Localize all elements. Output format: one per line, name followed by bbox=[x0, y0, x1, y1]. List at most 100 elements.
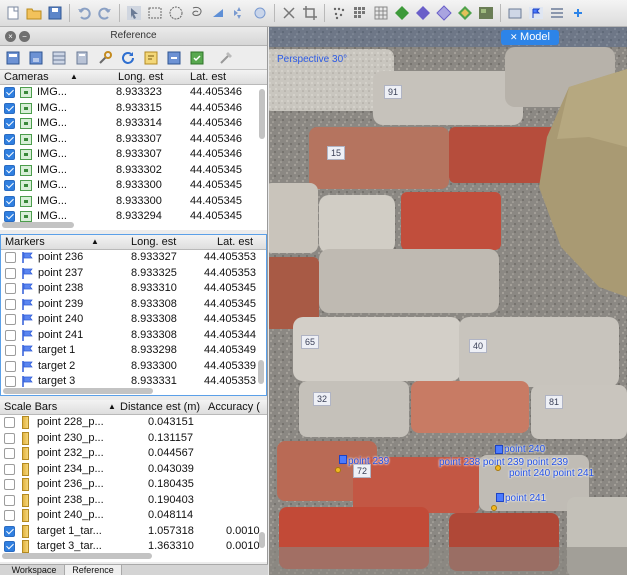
row-checkbox[interactable] bbox=[4, 417, 15, 428]
import-icon[interactable] bbox=[3, 48, 23, 67]
row-checkbox[interactable] bbox=[4, 164, 15, 176]
open-folder-icon[interactable] bbox=[25, 4, 43, 22]
dense-cloud-icon[interactable] bbox=[351, 4, 369, 22]
row-checkbox[interactable] bbox=[4, 494, 15, 506]
marker-point-icon[interactable] bbox=[335, 467, 341, 473]
row-checkbox[interactable] bbox=[4, 463, 15, 475]
table-row[interactable]: IMG... 8.933307 44.405346 bbox=[0, 147, 267, 163]
new-document-icon[interactable] bbox=[4, 4, 22, 22]
pointer-icon[interactable] bbox=[125, 4, 143, 22]
row-checkbox[interactable] bbox=[5, 314, 16, 325]
table-row[interactable]: point 238 8.933310 44.405345 bbox=[1, 281, 266, 297]
model-viewport[interactable]: ✕ Model Perspective 30° 91 15 65 40 32 8… bbox=[269, 27, 627, 575]
row-checkbox[interactable] bbox=[4, 180, 15, 191]
rotate-icon[interactable] bbox=[230, 4, 248, 22]
table-row[interactable]: IMG... 8.933314 44.405346 bbox=[0, 116, 267, 132]
refresh-icon[interactable] bbox=[118, 48, 138, 67]
solid-model-icon[interactable] bbox=[414, 4, 432, 22]
redo-icon[interactable] bbox=[96, 4, 114, 22]
table-row[interactable]: IMG... 8.933300 44.405345 bbox=[0, 194, 267, 210]
row-checkbox[interactable] bbox=[4, 525, 15, 537]
show-cameras-icon[interactable] bbox=[506, 4, 524, 22]
row-checkbox[interactable] bbox=[5, 252, 16, 263]
marker-flag-icon[interactable] bbox=[496, 493, 504, 502]
marker-flag-icon[interactable] bbox=[495, 445, 503, 454]
calculator-icon[interactable] bbox=[72, 48, 92, 67]
markers-column-lat[interactable]: Lat. est bbox=[217, 236, 253, 248]
table-row[interactable]: point 234_p... 0.043039 bbox=[0, 462, 267, 478]
row-checkbox[interactable] bbox=[5, 329, 16, 341]
move-icon[interactable] bbox=[209, 4, 227, 22]
view-source-icon[interactable] bbox=[141, 48, 161, 67]
table-row[interactable]: IMG... 8.933315 44.405346 bbox=[0, 101, 267, 117]
marker-point-icon[interactable] bbox=[491, 505, 497, 511]
table-row[interactable]: point 237 8.933325 44.405353 bbox=[1, 266, 266, 282]
save-icon[interactable] bbox=[46, 4, 64, 22]
scalebars-column-accuracy[interactable]: Accuracy ( bbox=[208, 401, 260, 413]
row-checkbox[interactable] bbox=[5, 267, 16, 279]
table-row[interactable]: point 238_p... 0.190403 bbox=[0, 493, 267, 509]
table-row[interactable]: target 2 8.933300 44.405339 bbox=[1, 359, 266, 375]
table-icon[interactable] bbox=[49, 48, 69, 67]
view-estimated-icon[interactable] bbox=[164, 48, 184, 67]
cameras-hscrollbar[interactable] bbox=[2, 222, 74, 228]
table-row[interactable]: point 239 8.933308 44.405345 bbox=[1, 297, 266, 313]
scalebars-column-name[interactable]: Scale Bars bbox=[4, 401, 57, 413]
table-row[interactable]: point 236 8.933327 44.405353 bbox=[1, 250, 266, 266]
scalebars-column-distance[interactable]: Distance est (m) bbox=[120, 401, 200, 413]
table-row[interactable]: point 240_p... 0.048114 bbox=[0, 508, 267, 524]
table-row[interactable]: point 236_p... 0.180435 bbox=[0, 477, 267, 493]
table-row[interactable]: IMG... 8.933323 44.405346 bbox=[0, 85, 267, 101]
row-checkbox[interactable] bbox=[4, 510, 15, 521]
table-row[interactable]: point 230_p... 0.131157 bbox=[0, 431, 267, 447]
crop-icon[interactable] bbox=[301, 4, 319, 22]
lasso-icon[interactable] bbox=[188, 4, 206, 22]
textured-model-icon[interactable] bbox=[456, 4, 474, 22]
table-row[interactable]: point 232_p... 0.044567 bbox=[0, 446, 267, 462]
row-checkbox[interactable] bbox=[5, 360, 16, 372]
row-checkbox[interactable] bbox=[4, 133, 15, 145]
show-markers-icon[interactable] bbox=[527, 4, 545, 22]
row-checkbox[interactable] bbox=[5, 345, 16, 356]
markers-vscrollbar[interactable] bbox=[258, 360, 264, 384]
mesh-grid-icon[interactable] bbox=[372, 4, 390, 22]
settings-wrench-icon[interactable] bbox=[95, 48, 115, 67]
table-row[interactable]: IMG... 8.933300 44.405345 bbox=[0, 178, 267, 194]
table-row[interactable]: target 1_tar... 1.057318 0.0010 bbox=[0, 524, 267, 540]
row-checkbox[interactable] bbox=[4, 118, 15, 129]
markers-column-long[interactable]: Long. est bbox=[131, 236, 176, 248]
row-checkbox[interactable] bbox=[4, 541, 15, 552]
scalebars-hscrollbar[interactable] bbox=[2, 553, 152, 559]
row-checkbox[interactable] bbox=[4, 149, 15, 160]
show-region-icon[interactable] bbox=[548, 4, 566, 22]
cameras-column-lat[interactable]: Lat. est bbox=[190, 71, 226, 83]
tools-icon[interactable] bbox=[216, 48, 236, 67]
circle-select-icon[interactable] bbox=[167, 4, 185, 22]
view-errors-icon[interactable] bbox=[187, 48, 207, 67]
row-checkbox[interactable] bbox=[4, 195, 15, 207]
wireframe-icon[interactable] bbox=[435, 4, 453, 22]
scalebars-vscrollbar[interactable] bbox=[259, 532, 265, 548]
table-row[interactable]: IMG... 8.933307 44.405346 bbox=[0, 132, 267, 148]
row-checkbox[interactable] bbox=[4, 432, 15, 444]
table-row[interactable]: target 1 8.933298 44.405349 bbox=[1, 343, 266, 359]
shaded-model-icon[interactable] bbox=[393, 4, 411, 22]
markers-hscrollbar[interactable] bbox=[3, 388, 153, 394]
table-row[interactable]: IMG... 8.933302 44.405345 bbox=[0, 163, 267, 179]
tiled-model-icon[interactable] bbox=[477, 4, 495, 22]
row-checkbox[interactable] bbox=[5, 298, 16, 310]
marker-point-icon[interactable] bbox=[495, 465, 501, 471]
tab-workspace[interactable]: Workspace bbox=[8, 565, 60, 575]
table-row[interactable]: point 241 8.933308 44.405344 bbox=[1, 328, 266, 344]
cameras-column-name[interactable]: Cameras bbox=[4, 71, 49, 83]
scale-icon[interactable] bbox=[251, 4, 269, 22]
row-checkbox[interactable] bbox=[4, 448, 15, 459]
export-icon[interactable] bbox=[26, 48, 46, 67]
row-checkbox[interactable] bbox=[4, 87, 15, 98]
table-row[interactable]: point 240 8.933308 44.405345 bbox=[1, 312, 266, 328]
rect-select-icon[interactable] bbox=[146, 4, 164, 22]
row-checkbox[interactable] bbox=[5, 283, 16, 294]
delete-icon[interactable] bbox=[280, 4, 298, 22]
tab-reference[interactable]: Reference bbox=[64, 565, 122, 575]
row-checkbox[interactable] bbox=[4, 479, 15, 490]
